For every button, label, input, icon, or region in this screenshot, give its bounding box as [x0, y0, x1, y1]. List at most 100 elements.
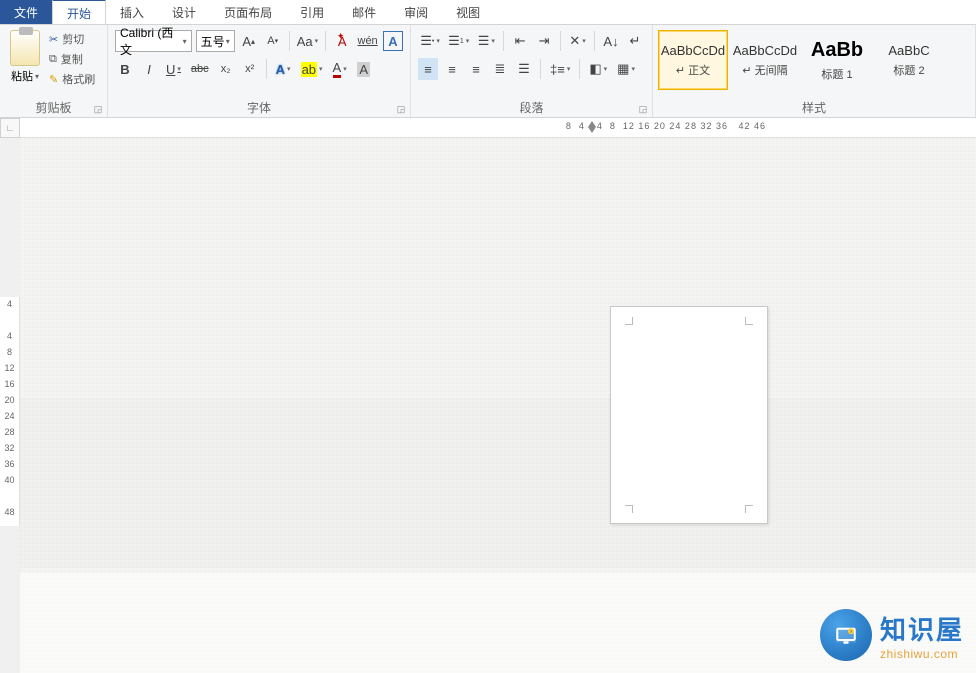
tab-review[interactable]: 审阅 — [390, 0, 442, 24]
phonetic-guide-button[interactable]: wén — [356, 30, 379, 52]
align-center-button[interactable]: ≡ — [442, 58, 462, 80]
paste-label: 粘贴 — [11, 68, 33, 84]
tab-home[interactable]: 开始 — [52, 0, 106, 24]
distributed-button[interactable]: ☰ — [514, 58, 534, 80]
watermark-text-en: zhishiwu.com — [880, 647, 964, 661]
tab-insert[interactable]: 插入 — [106, 0, 158, 24]
style-name: 标题 1 — [821, 66, 852, 82]
case-icon: Aa — [297, 34, 313, 49]
format-painter-button[interactable]: ✎ 格式刷 — [46, 70, 98, 88]
align-right-button[interactable]: ≡ — [466, 58, 486, 80]
shrink-font-icon: A — [267, 35, 274, 47]
subscript-button[interactable]: x₂ — [216, 58, 236, 80]
style-preview: AaBb — [811, 39, 863, 62]
brush-icon: ✎ — [49, 73, 58, 86]
line-spacing-button[interactable]: ‡≡▾ — [547, 58, 573, 80]
logo-badge-icon: ? — [820, 609, 872, 661]
borders-button[interactable]: ▦▾ — [614, 58, 638, 80]
document-area[interactable]: ? 知识屋 zhishiwu.com — [20, 138, 976, 673]
ribbon: 粘贴▾ ✂剪切 ⧉复制 ✎格式刷 剪贴板 ◲ Calibri (西文▾ 五号▾ … — [0, 25, 976, 118]
effects-icon: A — [276, 62, 285, 77]
style-preview: AaBbCcDd — [661, 43, 725, 58]
vruler-mark: 12 — [4, 363, 14, 373]
bullets-button[interactable]: ☰•▾ — [418, 30, 442, 52]
superscript-button[interactable]: x² — [240, 58, 260, 80]
style-name: ↵ 正文 — [676, 62, 710, 78]
font-name-combo[interactable]: Calibri (西文▾ — [115, 30, 192, 52]
clear-format-button[interactable]: A✦ — [332, 30, 352, 52]
clipboard-launcher[interactable]: ◲ — [91, 101, 105, 115]
chevron-down-icon: ▾ — [183, 37, 187, 46]
chevron-down-icon: ▾ — [226, 37, 230, 46]
change-case-button[interactable]: Aa▾ — [296, 30, 320, 52]
group-font-label: 字体 — [112, 97, 406, 116]
show-marks-button[interactable]: ↵ — [625, 30, 645, 52]
vruler-mark: 8 — [7, 347, 12, 357]
tab-mailings[interactable]: 邮件 — [338, 0, 390, 24]
document-page[interactable] — [610, 306, 768, 524]
shading-button[interactable]: ◧▾ — [586, 58, 610, 80]
scissors-icon: ✂ — [49, 33, 58, 46]
strike-button[interactable]: abc — [188, 58, 212, 80]
horizontal-ruler[interactable]: 8 48 4 4 8 12 16 20 24 28 32 36 42 464 8… — [20, 118, 976, 138]
vruler-mark: 16 — [4, 379, 14, 389]
tab-file[interactable]: 文件 — [0, 0, 52, 24]
tab-view[interactable]: 视图 — [442, 0, 494, 24]
increase-indent-button[interactable]: ⇥ — [534, 30, 554, 52]
watermark-text-cn: 知识屋 — [880, 610, 964, 647]
decrease-indent-button[interactable]: ⇤ — [510, 30, 530, 52]
asian-layout-button[interactable]: ✕▾ — [567, 30, 588, 52]
vruler-mark: 20 — [4, 395, 14, 405]
font-launcher[interactable]: ◲ — [394, 101, 408, 115]
group-clipboard: 粘贴▾ ✂ 剪切 ⧉复制 ✎ 格式刷 剪贴板 ◲ — [0, 25, 108, 117]
underline-button[interactable]: U▾ — [163, 58, 184, 80]
text-effects-button[interactable]: A▾ — [273, 58, 294, 80]
grow-font-button[interactable]: A▴ — [239, 30, 259, 52]
font-color-icon: A — [333, 60, 342, 78]
tab-references[interactable]: 引用 — [286, 0, 338, 24]
vruler-mark: 24 — [4, 411, 14, 421]
font-size-combo[interactable]: 五号▾ — [196, 30, 235, 52]
char-border-button[interactable]: A — [383, 31, 403, 51]
style-card-1[interactable]: AaBbCcDd ↵ 无间隔 — [730, 30, 800, 90]
italic-button[interactable]: I — [139, 58, 159, 80]
style-name: ↵ 无间隔 — [742, 62, 787, 78]
ruler-indent-marker[interactable] — [586, 121, 596, 131]
highlight-icon: ab — [301, 62, 317, 77]
paste-button[interactable]: 粘贴▾ — [4, 28, 46, 94]
align-left-button[interactable]: ≡ — [418, 58, 438, 80]
numbering-button[interactable]: ☰1▾ — [446, 30, 471, 52]
shrink-font-button[interactable]: A▾ — [263, 30, 283, 52]
font-color-button[interactable]: A▾ — [330, 58, 350, 80]
font-size-value: 五号 — [201, 33, 225, 50]
style-card-3[interactable]: AaBbC标题 2 — [874, 30, 944, 90]
highlight-button[interactable]: ab▾ — [298, 58, 326, 80]
tab-design[interactable]: 设计 — [158, 0, 210, 24]
multilevel-button[interactable]: ☰▾ — [475, 30, 497, 52]
format-painter-label: 格式刷 — [62, 71, 95, 87]
style-preview: AaBbCcDd — [733, 43, 797, 58]
paste-icon — [10, 30, 40, 66]
grow-font-icon: A — [242, 34, 251, 49]
cut-label: 剪切 — [62, 31, 84, 47]
group-paragraph-label: 段落 — [415, 97, 648, 116]
style-card-2[interactable]: AaBb 标题 1 — [802, 30, 872, 90]
group-clipboard-label: 剪贴板 — [4, 97, 103, 116]
justify-button[interactable]: ≣ — [490, 58, 510, 80]
vertical-ruler[interactable]: 448121620242832364048 — [0, 297, 20, 526]
ribbon-tabs: 文件 开始 插入 设计 页面布局 引用 邮件 审阅 视图 — [0, 0, 976, 25]
copy-label: 复制 — [61, 51, 83, 67]
tab-layout[interactable]: 页面布局 — [210, 0, 286, 24]
cut-button[interactable]: ✂ 剪切 — [46, 30, 98, 48]
paragraph-launcher[interactable]: ◲ — [636, 101, 650, 115]
phonetic-icon: wén — [358, 35, 378, 47]
ruler-corner[interactable]: ∟ — [0, 118, 20, 138]
copy-button[interactable]: ⧉复制 — [46, 50, 98, 68]
sort-button[interactable]: A↓ — [601, 30, 621, 52]
style-card-0[interactable]: AaBbCcDd ↵ 正文 — [658, 30, 728, 90]
group-styles: AaBbCcDd ↵ 正文 AaBbCcDd ↵ 无间隔 AaBb 标题 1 AaBbC标题… — [653, 25, 976, 117]
style-name: 标题 2 — [893, 62, 924, 78]
char-shading-button[interactable]: A — [354, 58, 374, 80]
bold-button[interactable]: B — [115, 58, 135, 80]
watermark-logo: ? 知识屋 zhishiwu.com — [820, 609, 964, 661]
